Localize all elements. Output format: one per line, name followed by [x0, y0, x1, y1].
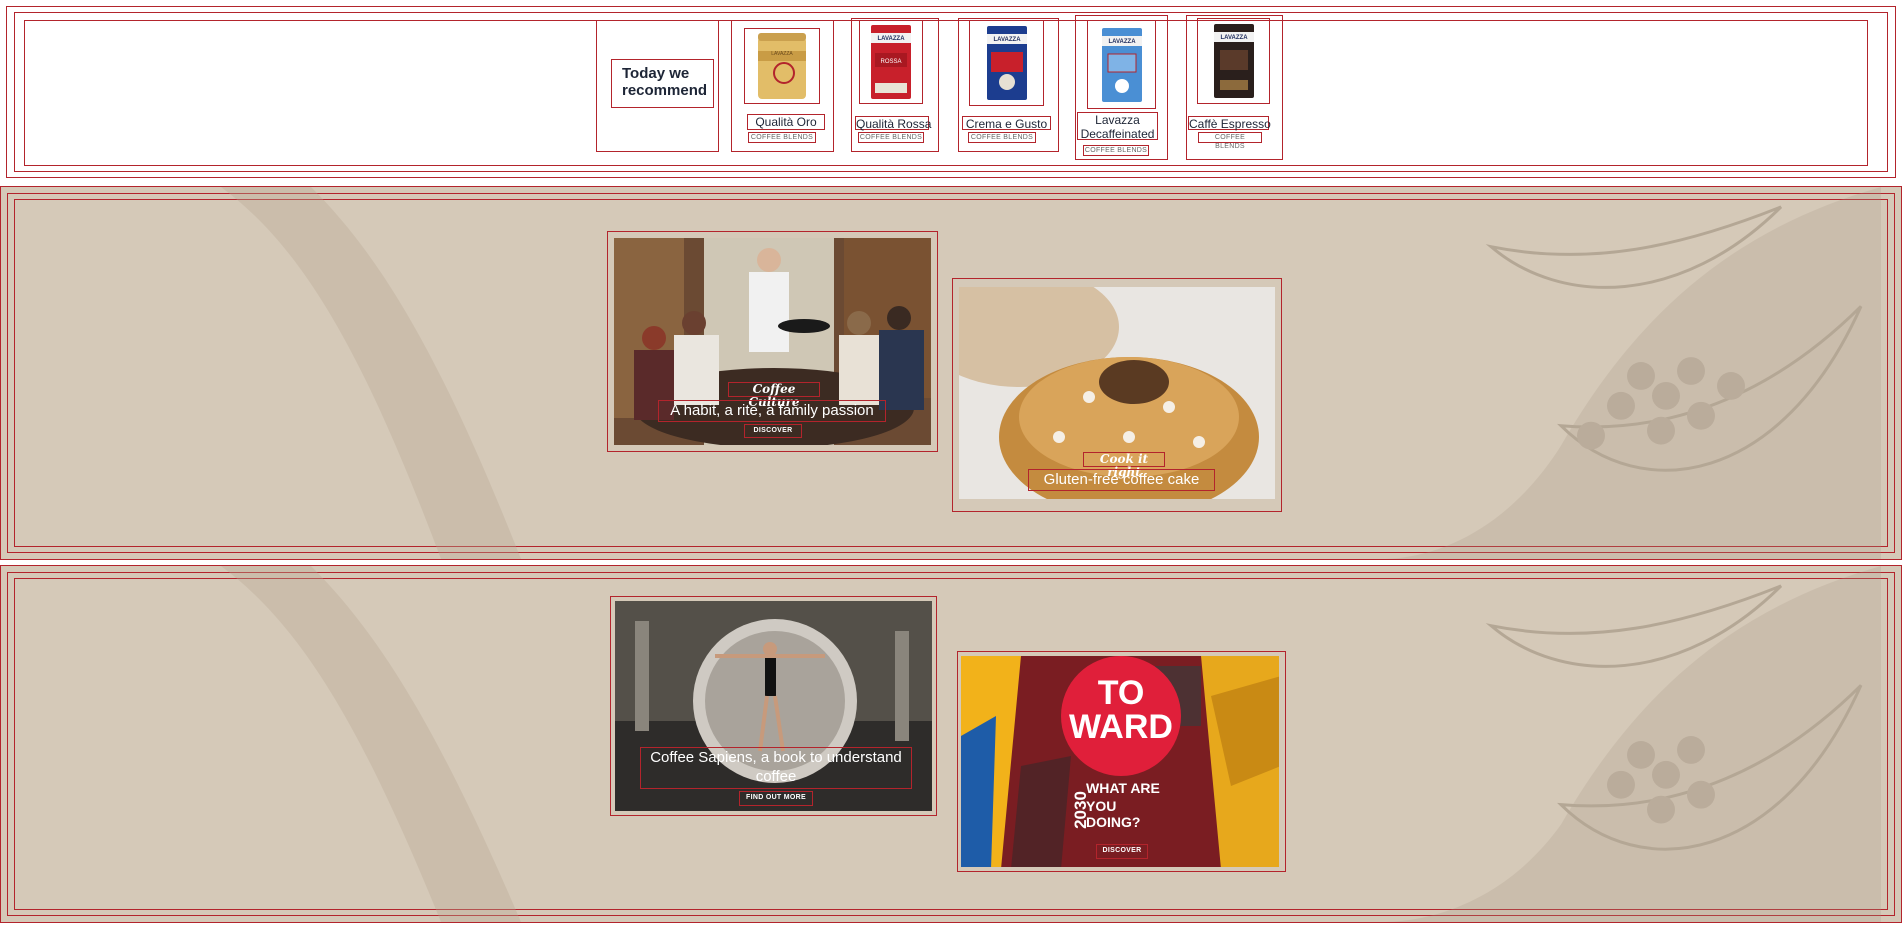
product-name-caffe-espresso[interactable]: Caffè Espresso	[1188, 116, 1271, 131]
promo-section-1	[0, 186, 1902, 560]
gold-tin-icon: LAVAZZA	[758, 33, 806, 99]
black-pack-icon: LAVAZZA	[1213, 24, 1254, 98]
product-category-lavazza-decaffeinated: COFFEE BLENDS	[1083, 145, 1149, 156]
product-category-caffe-espresso: COFFEE BLENDS	[1198, 132, 1262, 150]
recommend-title: Today we recommend	[611, 59, 714, 108]
product-name-lavazza-decaffeinated[interactable]: Lavazza Decaffeinated	[1077, 112, 1158, 141]
svg-text:LAVAZZA: LAVAZZA	[877, 36, 905, 42]
product-image-qualita-rossa[interactable]: LAVAZZA ROSSA	[859, 20, 923, 104]
coffee-plant-illustration	[1381, 566, 1881, 922]
discover-button[interactable]: DISCOVER	[744, 424, 802, 438]
promo-card-coffee-cake[interactable]: Cook it right Gluten-free coffee cake	[952, 278, 1282, 512]
product-category-qualita-oro: COFFEE BLENDS	[748, 132, 816, 143]
product-category-crema-e-gusto: COFFEE BLENDS	[968, 132, 1036, 143]
brush-stroke-decoration	[221, 566, 521, 922]
product-image-crema-e-gusto[interactable]: LAVAZZA	[969, 20, 1044, 106]
svg-text:LAVAZZA: LAVAZZA	[1108, 39, 1136, 45]
promo-card-coffee-sapiens[interactable]: Coffee Sapiens, a book to understand cof…	[610, 596, 937, 816]
product-image-lavazza-decaffeinated[interactable]: LAVAZZA	[1087, 20, 1156, 109]
recommend-inner	[24, 20, 1868, 166]
product-name-crema-e-gusto[interactable]: Crema e Gusto	[962, 116, 1051, 131]
light-blue-pack-icon: LAVAZZA	[1101, 27, 1142, 102]
product-category-qualita-rossa: COFFEE BLENDS	[858, 132, 924, 143]
mural-title: TO WARD	[1069, 674, 1173, 746]
product-image-qualita-oro[interactable]: LAVAZZA	[744, 28, 820, 104]
promo-headline[interactable]: Coffee Sapiens, a book to understand cof…	[640, 747, 912, 789]
product-image-caffe-espresso[interactable]: LAVAZZA	[1197, 18, 1270, 104]
product-name-qualita-oro[interactable]: Qualità Oro	[747, 114, 825, 130]
mural-slogan: 2030 WHAT ARE YOU DOING?	[1070, 780, 1160, 830]
find-out-more-button[interactable]: FIND OUT MORE	[739, 791, 813, 806]
coffee-plant-illustration	[1381, 187, 1881, 559]
promo-headline[interactable]: Gluten-free coffee cake	[1028, 469, 1215, 491]
brush-stroke-decoration	[221, 187, 521, 559]
blue-red-pack-icon: LAVAZZA	[986, 26, 1027, 100]
red-pack-icon: LAVAZZA ROSSA	[871, 25, 911, 99]
promo-card-toward-2030[interactable]: TO WARD 2030 WHAT ARE YOU DOING? DISCOVER	[957, 651, 1286, 872]
product-name-qualita-rossa[interactable]: Qualità Rossa	[855, 116, 931, 131]
promo-kicker: Cook it right	[1083, 452, 1165, 479]
svg-text:LAVAZZA: LAVAZZA	[771, 51, 793, 57]
svg-text:ROSSA: ROSSA	[880, 59, 901, 65]
svg-text:LAVAZZA: LAVAZZA	[993, 37, 1021, 43]
promo-kicker: Coffee Culture	[728, 382, 820, 409]
discover-button[interactable]: DISCOVER	[1096, 844, 1148, 859]
promo-section-2	[0, 565, 1902, 923]
promo-headline[interactable]: A habit, a rite, a family passion	[658, 400, 886, 422]
svg-text:LAVAZZA: LAVAZZA	[1220, 35, 1248, 41]
promo-card-coffee-culture[interactable]: Coffee Culture A habit, a rite, a family…	[607, 231, 938, 452]
